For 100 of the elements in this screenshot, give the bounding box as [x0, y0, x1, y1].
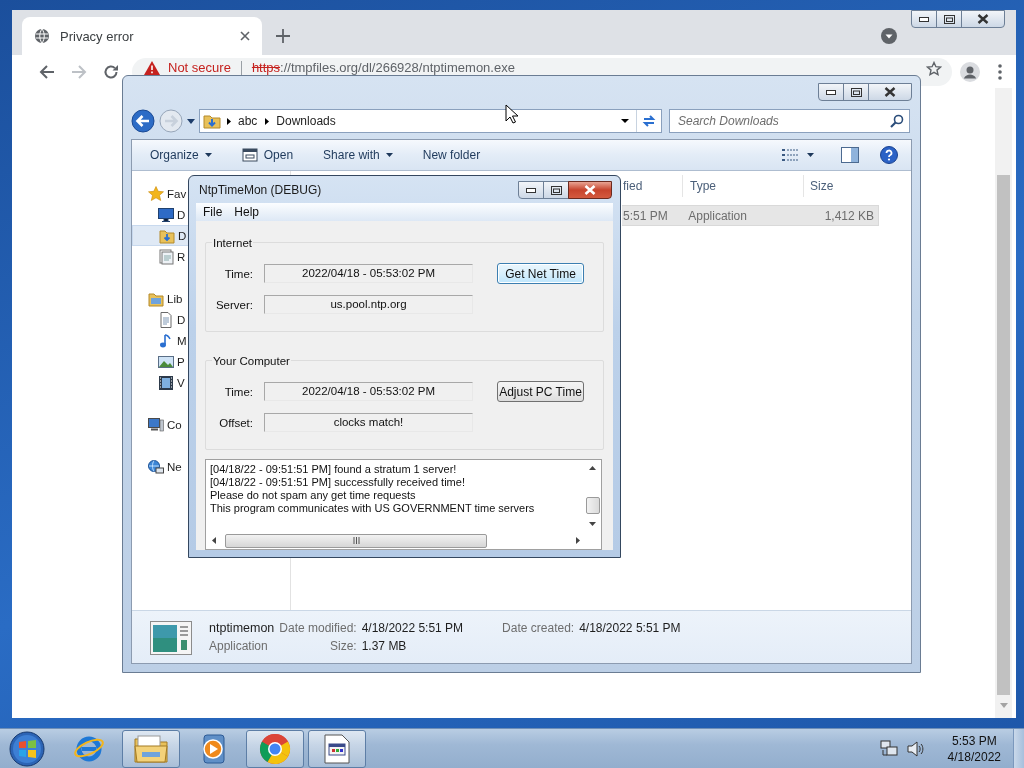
folder-icon: [159, 227, 175, 244]
reload-icon[interactable]: [103, 63, 119, 80]
field-label: Time:: [223, 385, 254, 398]
new-tab-icon[interactable]: [276, 29, 290, 43]
dropdown-icon[interactable]: [187, 118, 195, 124]
column-header[interactable]: fied: [622, 175, 682, 197]
nav-item[interactable]: D: [132, 225, 189, 246]
grip-icon: [352, 537, 360, 544]
field-label: Offset:: [218, 416, 254, 429]
volume-icon[interactable]: [905, 739, 924, 758]
column-header[interactable]: Type: [682, 175, 803, 197]
nav-item[interactable]: Co: [132, 414, 189, 435]
breadcrumb[interactable]: Downloads: [276, 114, 336, 128]
star-icon[interactable]: [926, 60, 942, 77]
maximize-icon: [943, 14, 955, 24]
caret-icon: [385, 153, 393, 157]
action-button[interactable]: Adjust PC Time: [497, 381, 584, 402]
close-button[interactable]: [868, 83, 912, 101]
maximize-button[interactable]: [936, 10, 962, 28]
file-name: ntptimemon: [209, 621, 275, 635]
caret-icon: [204, 153, 212, 157]
menu-item[interactable]: Help: [229, 205, 265, 219]
security-label: Not secure: [168, 60, 231, 75]
taskbar-button[interactable]: [122, 729, 180, 768]
scroll-right-icon[interactable]: [576, 537, 580, 544]
view-icon[interactable]: [782, 149, 798, 161]
read-only-field: 2022/04/18 - 05:53:02 PM: [264, 264, 473, 283]
back-icon[interactable]: [131, 109, 155, 133]
maximize-button[interactable]: [543, 181, 569, 199]
address-bar[interactable]: abc Downloads: [199, 109, 662, 133]
property-label: Date modified:: [279, 621, 357, 635]
close-icon: [977, 14, 989, 24]
preview-pane-icon[interactable]: [841, 147, 859, 163]
refresh-icon[interactable]: [641, 114, 657, 128]
help-icon[interactable]: [880, 146, 898, 164]
toolbar-button[interactable]: Open: [234, 144, 301, 166]
nav-item[interactable]: M: [132, 330, 189, 351]
breadcrumb[interactable]: abc: [238, 114, 258, 128]
file-type: Application: [209, 639, 269, 653]
program-window-icon: [150, 621, 192, 655]
minimize-button[interactable]: [818, 83, 844, 101]
minimize-button[interactable]: [911, 10, 937, 28]
action-button[interactable]: Get Net Time: [497, 263, 584, 284]
back-icon[interactable]: [39, 63, 55, 80]
property-value: 4/18/2022 5:51 PM: [361, 621, 464, 635]
property-value: 4/18/2022 5:51 PM: [579, 621, 681, 635]
file-row[interactable]: 5:51 PM Application 1,412 KB: [622, 205, 879, 226]
close-icon: [884, 87, 896, 97]
scrollbar-thumb[interactable]: [997, 175, 1010, 695]
browser-icon: [259, 732, 291, 765]
dropdown-icon[interactable]: [621, 119, 629, 123]
maximize-icon: [550, 185, 562, 195]
scroll-up-icon[interactable]: [589, 466, 596, 470]
scrollbar-thumb[interactable]: [225, 533, 487, 548]
property-label: Size:: [329, 639, 357, 653]
close-button[interactable]: [568, 181, 612, 199]
maximize-icon: [850, 87, 862, 97]
column-header[interactable]: Size: [803, 175, 881, 197]
nav-item[interactable]: Fav: [132, 183, 189, 204]
nav-item[interactable]: Ne: [132, 456, 189, 477]
maximize-button[interactable]: [843, 83, 869, 101]
start-button[interactable]: [9, 730, 45, 767]
nav-item[interactable]: V: [132, 372, 189, 393]
nav-item[interactable]: D: [132, 309, 189, 330]
property-label: Date created:: [502, 621, 575, 635]
document-icon: [158, 248, 174, 265]
toolbar-button[interactable]: Share with: [316, 144, 400, 166]
clock[interactable]: 5:53 PM 4/18/2022: [947, 732, 1001, 765]
taskbar-button[interactable]: [246, 729, 304, 768]
search-field[interactable]: Search Downloads: [669, 109, 910, 133]
scroll-left-icon[interactable]: [212, 537, 216, 544]
log-line: This program communicates with US GOVERNMENT time servers: [210, 502, 536, 515]
read-only-field: us.pool.ntp.org: [264, 295, 473, 314]
menu-icon[interactable]: [998, 63, 1002, 80]
monitor-icon: [158, 206, 174, 223]
nav-item[interactable]: Lib: [132, 288, 189, 309]
minimize-icon: [826, 89, 836, 95]
star-icon: [148, 185, 164, 202]
nav-item[interactable]: D: [132, 204, 189, 225]
nav-item[interactable]: P: [132, 351, 189, 372]
close-icon: [584, 185, 596, 195]
toolbar-button[interactable]: New folder: [415, 144, 488, 166]
mouse-pointer-icon: [505, 104, 518, 124]
chevron-icon[interactable]: [265, 117, 270, 125]
nav-item[interactable]: R: [132, 246, 189, 267]
toolbar-button[interactable]: Organize: [143, 144, 219, 166]
program-window-icon: [324, 733, 350, 764]
close-button[interactable]: [961, 10, 1005, 28]
minimize-button[interactable]: [518, 181, 544, 199]
browser-tab[interactable]: Privacy error: [22, 17, 262, 55]
profile-icon[interactable]: [960, 61, 980, 82]
close-icon[interactable]: [240, 31, 250, 41]
taskbar-button[interactable]: [308, 729, 366, 768]
folder-icon: [148, 290, 164, 307]
network-icon[interactable]: [879, 739, 898, 758]
chevron-icon[interactable]: [227, 117, 231, 125]
scrollbar-thumb[interactable]: [585, 497, 600, 514]
scroll-down-icon[interactable]: [589, 522, 596, 526]
caret-icon[interactable]: [807, 153, 814, 157]
menu-item[interactable]: File: [198, 205, 228, 219]
